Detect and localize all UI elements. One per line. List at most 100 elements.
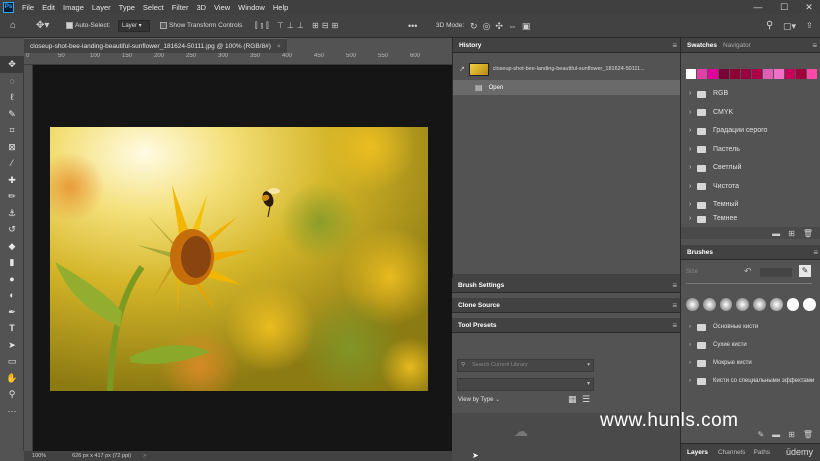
swatch-folder-light[interactable]: › Светлый — [681, 159, 820, 178]
show-transform-checkbox[interactable]: Show Transform Controls — [160, 14, 242, 38]
eyedropper-tool-icon[interactable]: ⁄ — [0, 155, 24, 172]
swatch-folder-grayscale[interactable]: › Градации серого — [681, 122, 820, 141]
clone-source-title[interactable]: Clone Source — [452, 302, 500, 309]
lasso-tool-icon[interactable]: ℓ — [0, 89, 24, 106]
brush-folder-special[interactable]: › Кисти со специальными эффектами — [681, 372, 820, 390]
brush-folder-wet[interactable]: › Мокрые кисти — [681, 354, 820, 372]
brush-folder-basic[interactable]: › Основные кисти — [681, 318, 820, 336]
dodge-tool-icon[interactable]: ◐ — [0, 287, 24, 304]
swatch[interactable] — [708, 69, 718, 79]
brush-tip[interactable] — [786, 297, 800, 311]
more-options-icon[interactable]: ••• — [408, 14, 417, 38]
menu-image[interactable]: Image — [59, 3, 88, 12]
search-icon[interactable]: ⚲ — [766, 14, 773, 38]
swatch[interactable] — [785, 69, 795, 79]
swatch[interactable] — [807, 69, 817, 79]
history-brush-tool-icon[interactable]: ↺ — [0, 221, 24, 238]
brush-settings-toggle-icon[interactable]: ✎ — [757, 430, 764, 439]
maximize-button[interactable]: ☐ — [773, 0, 795, 14]
auto-select-dropdown[interactable]: Layer ▾ — [118, 20, 150, 32]
brush-tip[interactable] — [736, 297, 749, 311]
new-group-icon[interactable]: ▬ — [772, 430, 780, 439]
brush-edit-icon[interactable]: ✎ — [799, 265, 811, 277]
gradient-tool-icon[interactable]: ▮ — [0, 254, 24, 271]
brush-tip[interactable] — [769, 297, 783, 311]
tab-channels[interactable]: Channels — [714, 449, 749, 456]
menu-filter[interactable]: Filter — [168, 3, 193, 12]
list-view-icon[interactable]: ☰ — [582, 394, 590, 405]
tab-layers[interactable]: Layers — [681, 449, 714, 456]
eraser-tool-icon[interactable]: ◆ — [0, 238, 24, 255]
brush-tip[interactable] — [753, 297, 766, 311]
swatch-folder-darker[interactable]: › Темнее — [681, 215, 820, 224]
tab-swatches[interactable]: Swatches — [681, 38, 717, 53]
swatch-folder-pure[interactable]: › Чистота — [681, 178, 820, 197]
brush-settings-panel[interactable]: Brush Settings ≡ — [452, 278, 680, 293]
move-tool-preset-icon[interactable]: ✥▾ — [36, 14, 49, 38]
preset-library-dropdown[interactable]: ▾ — [457, 378, 594, 391]
tool-presets-title[interactable]: Tool Presets — [452, 322, 497, 329]
document-tab[interactable]: closeup-shot-bee-landing-beautiful-sunfl… — [24, 38, 287, 53]
swatch[interactable] — [730, 69, 740, 79]
brush-tip[interactable] — [719, 297, 733, 311]
marquee-tool-icon[interactable]: ◌ — [0, 73, 24, 90]
3d-mode-icons[interactable]: ↻◎✣⇔▣ — [470, 14, 535, 38]
panel-menu-icon[interactable]: ≡ — [672, 298, 677, 313]
menu-3d[interactable]: 3D — [192, 3, 210, 12]
menu-view[interactable]: View — [210, 3, 234, 12]
healing-brush-tool-icon[interactable]: ✚ — [0, 172, 24, 189]
preset-search-input[interactable]: Search Current Library ▾ ⚲ — [457, 359, 594, 372]
brush-tip[interactable] — [702, 297, 716, 311]
menu-select[interactable]: Select — [139, 3, 168, 12]
clone-source-panel[interactable]: Clone Source ≡ — [452, 298, 680, 313]
swatch[interactable] — [697, 69, 707, 79]
new-brush-icon[interactable]: ⊞ — [788, 430, 795, 439]
frame-tool-icon[interactable]: ⊠ — [0, 139, 24, 156]
swatch-folder-rgb[interactable]: › RGB — [681, 85, 820, 104]
tab-paths[interactable]: Paths — [749, 449, 774, 456]
more-tools-icon[interactable]: ··· — [0, 403, 24, 420]
delete-icon[interactable]: 🗑 — [803, 229, 813, 238]
menu-layer[interactable]: Layer — [88, 3, 115, 12]
home-icon[interactable]: ⌂ — [10, 14, 16, 38]
tool-presets-panel-header[interactable]: Tool Presets ≡ — [452, 318, 680, 333]
panel-menu-icon[interactable]: ≡ — [813, 245, 818, 260]
zoom-tool-icon[interactable]: ⚲ — [0, 386, 24, 403]
menu-edit[interactable]: Edit — [38, 3, 59, 12]
minimize-button[interactable]: — — [747, 0, 769, 14]
brush-folder-dry[interactable]: › Сухие кисти — [681, 336, 820, 354]
close-window-button[interactable]: ✕ — [798, 0, 820, 14]
swatch-folder-pastel[interactable]: › Пастель — [681, 141, 820, 160]
delete-icon[interactable]: 🗑 — [803, 430, 813, 439]
tab-navigator[interactable]: Navigator — [717, 38, 751, 53]
swatch[interactable] — [774, 69, 784, 79]
history-snapshot[interactable]: ↗ closeup-shot-bee-landing-beautiful-sun… — [453, 59, 680, 79]
pen-tool-icon[interactable]: ✒ — [0, 304, 24, 321]
size-field[interactable] — [760, 268, 792, 277]
clone-stamp-tool-icon[interactable]: ⚓ — [0, 205, 24, 222]
history-title[interactable]: History — [453, 42, 481, 49]
history-brush-source-icon[interactable]: ↗ — [459, 65, 469, 73]
path-selection-tool-icon[interactable]: ➤ — [0, 337, 24, 354]
quick-select-tool-icon[interactable]: ✎ — [0, 106, 24, 123]
swatch[interactable] — [796, 69, 806, 79]
share-icon[interactable]: ⇪ — [806, 14, 813, 38]
auto-select-checkbox[interactable]: Auto-Select: — [66, 14, 110, 38]
brush-tool-icon[interactable]: ✏ — [0, 188, 24, 205]
swatch[interactable] — [763, 69, 773, 79]
panel-menu-icon[interactable]: ≡ — [672, 278, 677, 293]
align-icons[interactable]: ⫿⫾⫿ ⊤⊥⊥ ⊞⊟⊞ — [255, 14, 341, 38]
menu-help[interactable]: Help — [269, 3, 292, 12]
swatch[interactable] — [686, 69, 696, 79]
new-group-icon[interactable]: ▬ — [772, 229, 780, 238]
grid-view-icon[interactable]: ▦ — [568, 394, 577, 405]
menu-window[interactable]: Window — [234, 3, 269, 12]
brushes-title[interactable]: Brushes — [681, 249, 713, 256]
type-tool-icon[interactable]: T — [0, 320, 24, 337]
view-by-type-dropdown[interactable]: View by Type ⌄ — [458, 396, 500, 403]
hand-tool-icon[interactable]: ✋ — [0, 370, 24, 387]
new-swatch-icon[interactable]: ⊞ — [788, 229, 795, 238]
history-state-open[interactable]: ▤ Open — [453, 80, 680, 95]
panel-menu-icon[interactable]: ≡ — [672, 38, 677, 53]
menu-type[interactable]: Type — [115, 3, 139, 12]
